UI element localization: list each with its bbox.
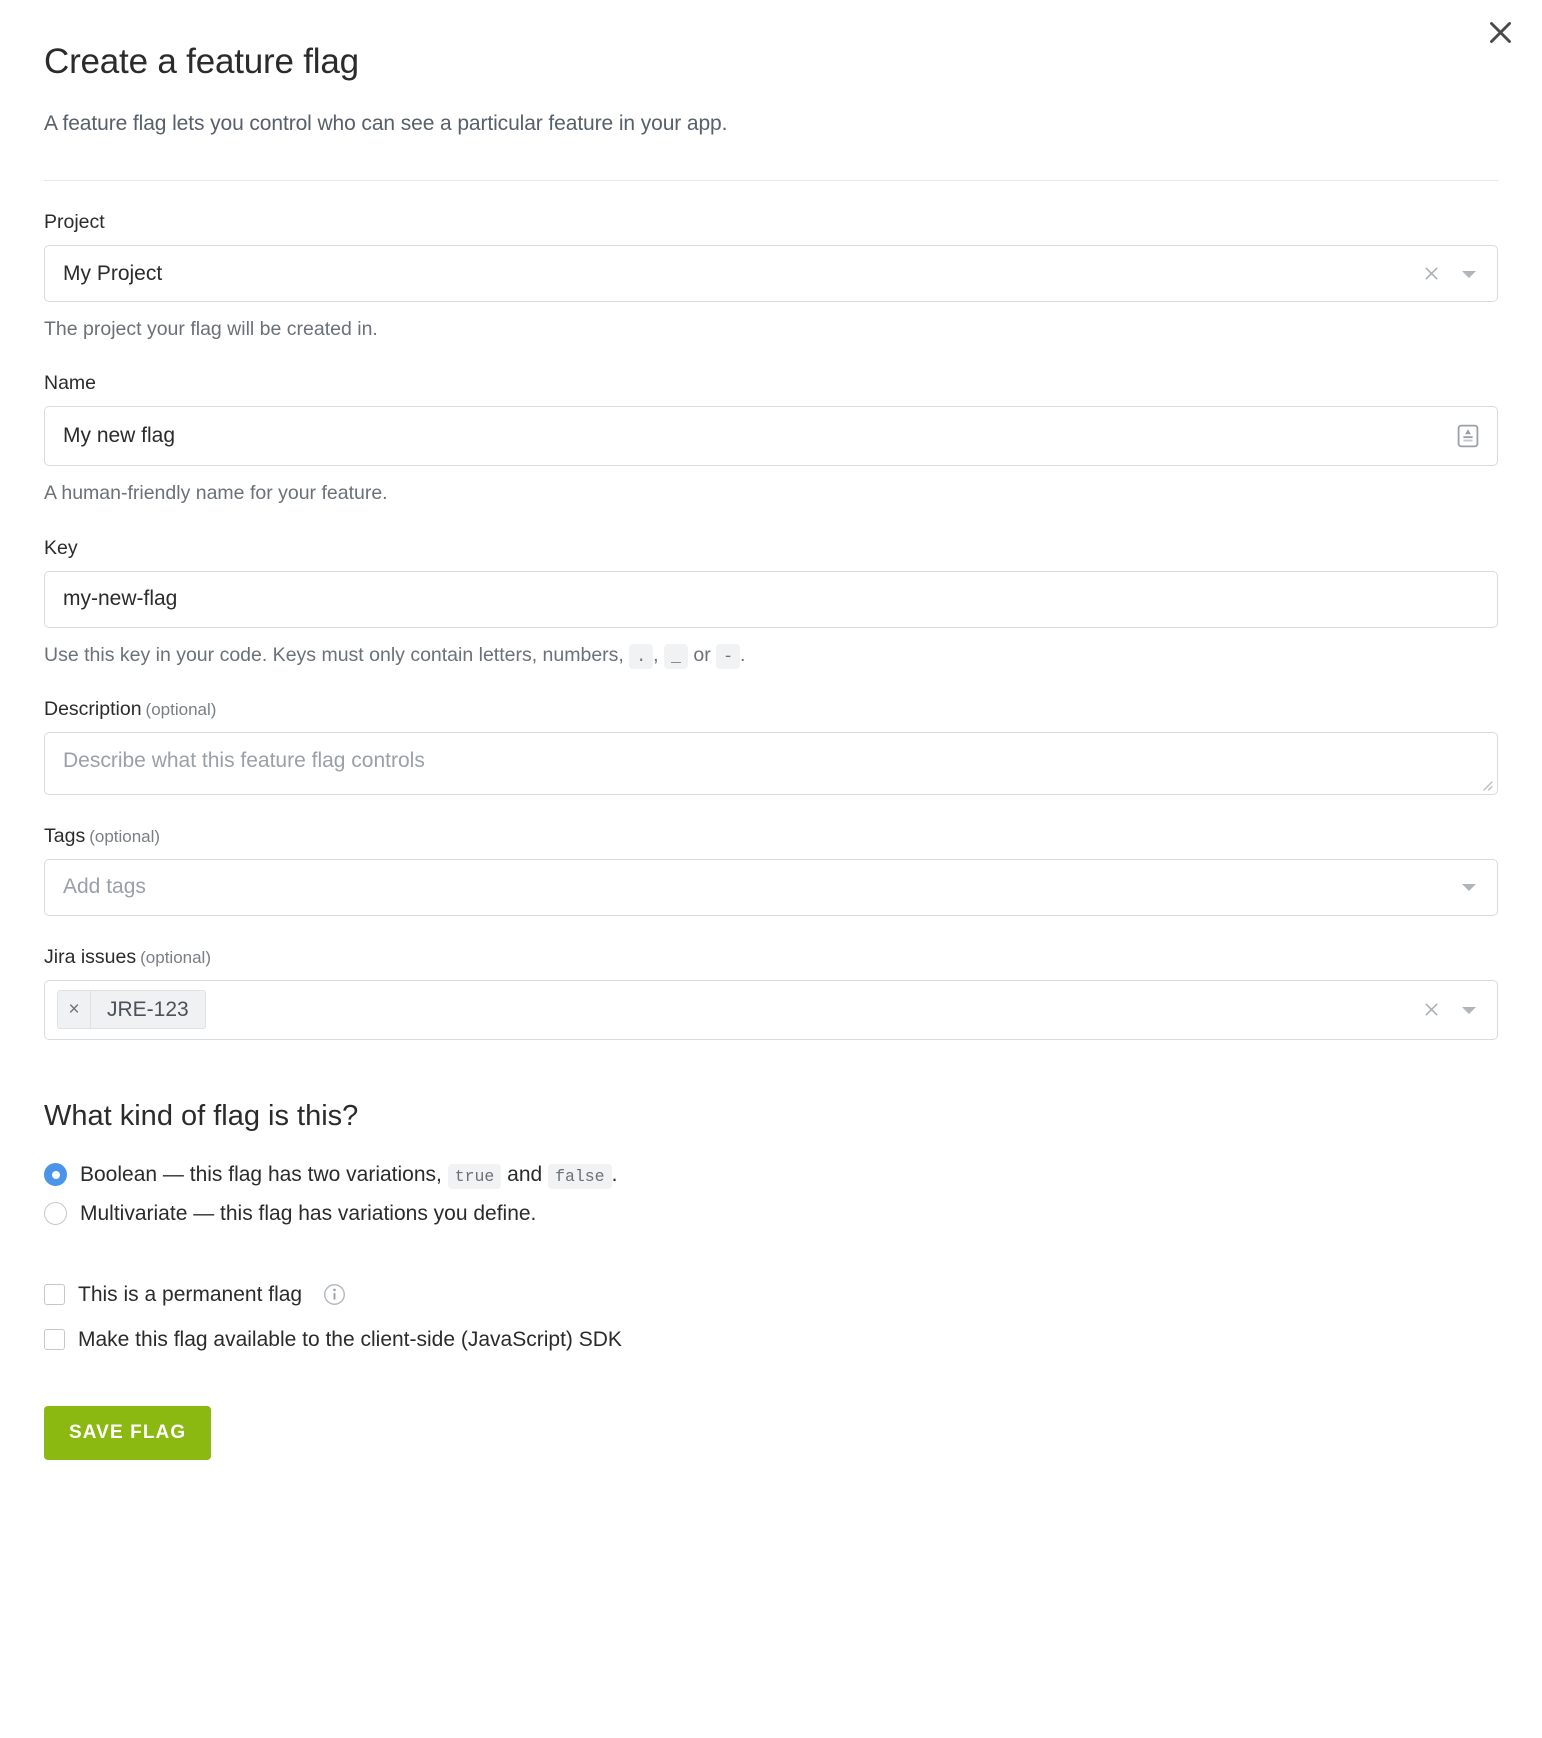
description-label-text: Description bbox=[44, 697, 142, 720]
id-badge-icon[interactable] bbox=[1455, 422, 1481, 450]
chevron-down-icon[interactable] bbox=[1457, 1001, 1481, 1019]
checkbox-option-client-side[interactable]: Make this flag available to the client-s… bbox=[44, 1317, 1498, 1362]
key-help: Use this key in your code. Keys must onl… bbox=[44, 642, 1498, 669]
radio-label-boolean-after: . bbox=[611, 1162, 618, 1186]
name-input-wrap bbox=[44, 406, 1498, 467]
token-remove-icon[interactable]: × bbox=[58, 991, 91, 1029]
radio-label-multivariate: Multivariate — this flag has variations … bbox=[80, 1202, 537, 1226]
key-field: Key Use this key in your code. Keys must… bbox=[44, 507, 1498, 669]
save-flag-button[interactable]: SAVE FLAG bbox=[44, 1406, 212, 1461]
key-chip-dot: . bbox=[629, 643, 654, 669]
radio-label-boolean-middle: and bbox=[507, 1162, 543, 1186]
checkbox-label-client-side: Make this flag available to the client-s… bbox=[78, 1327, 622, 1351]
code-true: true bbox=[447, 1163, 502, 1189]
name-field: Name A human-friendly name for your feat… bbox=[44, 342, 1498, 506]
flag-options-checkbox-group: This is a permanent flag Make this flag … bbox=[44, 1234, 1498, 1363]
radio-option-boolean[interactable]: Boolean — this flag has two variations, … bbox=[44, 1155, 1498, 1194]
jira-input[interactable] bbox=[205, 980, 1420, 1039]
description-textarea[interactable] bbox=[45, 732, 1497, 794]
dialog-subtitle: A feature flag lets you control who can … bbox=[44, 112, 728, 135]
name-help: A human-friendly name for your feature. bbox=[44, 482, 388, 505]
radio-label-boolean: Boolean — this flag has two variations, … bbox=[80, 1161, 618, 1189]
jira-adornments bbox=[1420, 998, 1497, 1021]
key-label: Key bbox=[44, 536, 78, 559]
tags-select[interactable] bbox=[44, 858, 1498, 916]
jira-token: × JRE-123 bbox=[57, 990, 206, 1030]
project-help: The project your flag will be created in… bbox=[44, 318, 378, 340]
page-title: Create a feature flag bbox=[44, 42, 359, 81]
key-chip-underscore: _ bbox=[664, 643, 688, 669]
key-input-wrap bbox=[44, 570, 1498, 628]
clear-icon[interactable] bbox=[1420, 998, 1443, 1021]
checkbox-option-permanent[interactable]: This is a permanent flag bbox=[44, 1272, 1498, 1317]
key-help-or: or bbox=[693, 643, 711, 666]
project-select[interactable] bbox=[44, 245, 1498, 302]
tags-optional: (optional) bbox=[89, 826, 161, 846]
chevron-down-icon[interactable] bbox=[1457, 878, 1481, 896]
project-input[interactable] bbox=[45, 246, 1420, 301]
project-field: Project The project your flag will be cr… bbox=[44, 181, 1498, 342]
description-optional: (optional) bbox=[145, 699, 217, 719]
description-field: Description (optional) bbox=[44, 668, 1498, 795]
chevron-down-icon-glyph bbox=[1462, 1006, 1476, 1014]
jira-select[interactable]: × JRE-123 bbox=[44, 979, 1498, 1040]
jira-label-text: Jira issues bbox=[44, 945, 137, 968]
clear-icon-glyph bbox=[1425, 1003, 1438, 1016]
radio-option-multivariate[interactable]: Multivariate — this flag has variations … bbox=[44, 1194, 1498, 1233]
key-help-suffix: . bbox=[740, 643, 746, 666]
chevron-down-icon-glyph bbox=[1462, 884, 1476, 892]
jira-field: Jira issues (optional) × JRE-123 bbox=[44, 916, 1498, 1040]
key-help-comma: , bbox=[653, 643, 659, 666]
checkbox-indicator-permanent[interactable] bbox=[44, 1283, 65, 1305]
dialog-actions: SAVE FLAG bbox=[44, 1362, 1498, 1461]
clear-icon-glyph bbox=[1425, 267, 1438, 280]
key-input[interactable] bbox=[45, 571, 1497, 627]
flag-kind-radio-group: Boolean — this flag has two variations, … bbox=[44, 1133, 1498, 1234]
jira-optional: (optional) bbox=[140, 947, 211, 967]
tags-input[interactable] bbox=[45, 859, 1457, 915]
chevron-down-icon[interactable] bbox=[1457, 265, 1481, 283]
key-chip-dash: - bbox=[716, 643, 741, 669]
tags-label: Tags (optional) bbox=[44, 825, 1498, 848]
chevron-down-icon-glyph bbox=[1462, 270, 1476, 278]
name-input[interactable] bbox=[45, 407, 1455, 466]
radio-indicator-boolean[interactable] bbox=[44, 1163, 67, 1187]
id-badge-icon-glyph bbox=[1457, 425, 1479, 448]
clear-icon[interactable] bbox=[1420, 262, 1443, 285]
tags-field: Tags (optional) bbox=[44, 795, 1498, 916]
checkbox-label-permanent: This is a permanent flag bbox=[78, 1282, 303, 1306]
name-label: Name bbox=[44, 372, 97, 395]
project-adornments bbox=[1420, 262, 1497, 285]
info-icon-glyph bbox=[324, 1283, 346, 1305]
jira-token-label: JRE-123 bbox=[107, 997, 189, 1021]
description-label: Description (optional) bbox=[44, 698, 1498, 721]
jira-label: Jira issues (optional) bbox=[44, 946, 1498, 969]
close-icon-glyph bbox=[1489, 21, 1511, 43]
code-false: false bbox=[548, 1163, 612, 1189]
checkbox-indicator-client-side[interactable] bbox=[44, 1328, 65, 1350]
close-icon[interactable] bbox=[1476, 8, 1524, 56]
radio-label-boolean-before: Boolean — this flag has two variations, bbox=[80, 1162, 442, 1186]
project-label: Project bbox=[44, 211, 105, 233]
info-icon[interactable] bbox=[323, 1283, 346, 1306]
create-feature-flag-dialog: Create a feature flag A feature flag let… bbox=[0, 0, 1542, 1738]
description-input-wrap bbox=[44, 731, 1498, 795]
tags-adornments bbox=[1457, 878, 1497, 896]
flag-kind-heading: What kind of flag is this? bbox=[44, 1099, 359, 1132]
name-adornments bbox=[1455, 422, 1497, 450]
tags-label-text: Tags bbox=[44, 824, 86, 847]
key-help-prefix: Use this key in your code. Keys must onl… bbox=[44, 643, 624, 666]
radio-indicator-multivariate[interactable] bbox=[44, 1202, 67, 1226]
